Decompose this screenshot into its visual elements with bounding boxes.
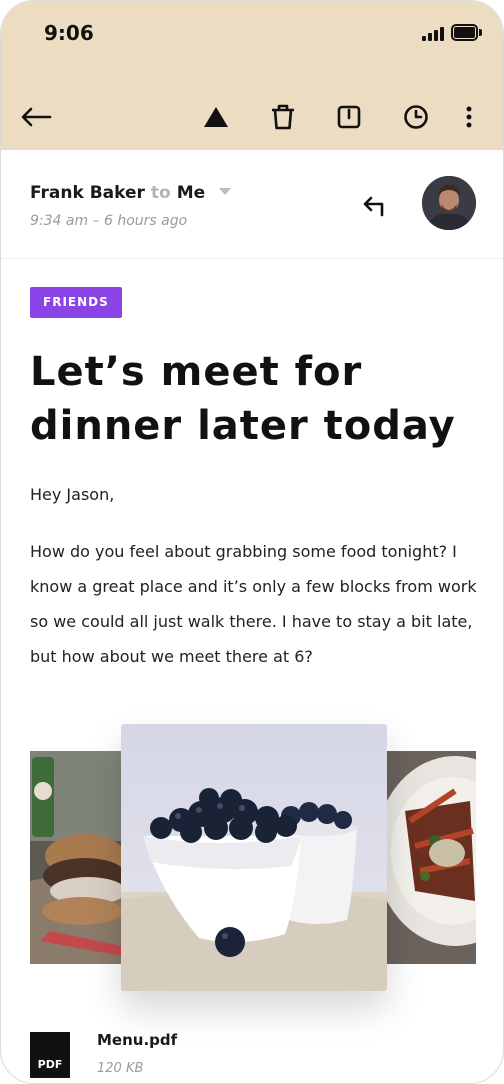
archive-button[interactable] xyxy=(329,97,369,137)
delete-button[interactable] xyxy=(263,97,303,137)
trash-icon xyxy=(272,104,294,130)
battery-icon xyxy=(451,24,482,41)
clock-icon xyxy=(404,105,428,129)
back-button[interactable] xyxy=(16,97,56,137)
warning-icon xyxy=(204,107,228,127)
phone-screen: 9:06 Frank Baker to Me 9:34 am – 6 hours… xyxy=(0,0,504,1084)
sender-row: Frank Baker to Me 9:34 am – 6 hours ago xyxy=(1,150,503,259)
archive-icon xyxy=(337,105,361,129)
email-body: How do you feel about grabbing some food… xyxy=(30,542,477,666)
to-label: to xyxy=(150,183,171,203)
pdf-file-icon[interactable]: PDF xyxy=(30,1032,70,1078)
photo-blueberries[interactable] xyxy=(121,724,387,991)
photo-burger[interactable] xyxy=(30,751,122,964)
email-subject: Let’s meet for dinner later today xyxy=(30,349,456,449)
avatar[interactable] xyxy=(422,176,476,230)
pdf-icon-label: PDF xyxy=(37,1058,63,1071)
recipient-name: Me xyxy=(176,183,206,203)
signal-icon xyxy=(422,27,444,41)
attachment-size: 120 KB xyxy=(97,1061,144,1076)
report-spam-button[interactable] xyxy=(196,97,236,137)
sender-name: Frank Baker xyxy=(30,183,145,203)
photo-grilled-veggies[interactable] xyxy=(385,751,476,964)
snooze-button[interactable] xyxy=(396,97,436,137)
recipients-line[interactable]: Frank Baker to Me xyxy=(30,183,232,203)
more-options-button[interactable] xyxy=(449,97,489,137)
sent-time: 9:34 am – 6 hours ago xyxy=(30,213,188,229)
attachment-name[interactable]: Menu.pdf xyxy=(97,1031,177,1049)
reply-button[interactable] xyxy=(357,188,393,224)
header-bar: 9:06 xyxy=(1,1,503,150)
chevron-down-icon[interactable] xyxy=(219,187,232,195)
label-badge[interactable]: FRIENDS xyxy=(30,287,122,318)
arrow-left-icon xyxy=(21,107,52,127)
more-vertical-icon xyxy=(466,106,472,128)
status-time: 9:06 xyxy=(44,21,94,45)
email-greeting: Hey Jason, xyxy=(30,485,115,504)
reply-icon xyxy=(363,196,384,217)
